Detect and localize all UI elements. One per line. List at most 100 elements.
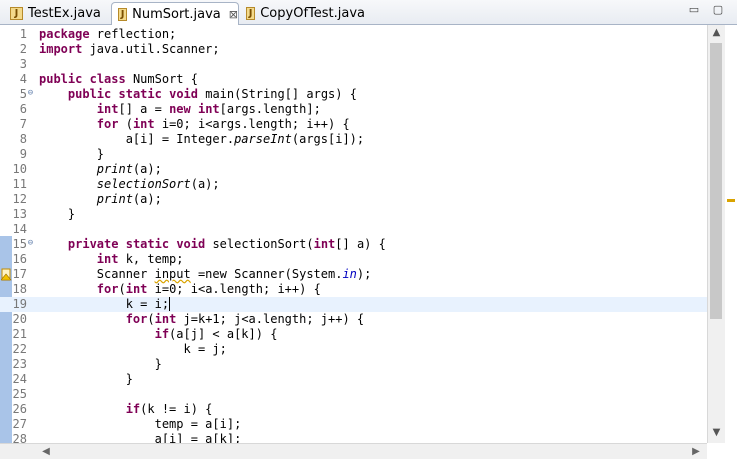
code-token: public [67,87,112,101]
code-token: [args.length]; [219,102,321,116]
close-tab-icon[interactable]: ⊠ [229,8,238,21]
code-line[interactable]: 21 if(a[j] < a[k]) { [0,327,707,342]
code-editor[interactable]: 1 package reflection; 2 import java.util.S… [0,25,707,443]
horizontal-scrollbar[interactable]: ◀ ▶ [0,443,707,459]
code-token: for(int j=k+1; j<a.length; j++) { [39,312,364,327]
scroll-thumb[interactable] [710,43,722,319]
fold-collapse-icon[interactable]: ⊖ [26,239,35,248]
code-line[interactable]: 25 [0,387,707,402]
scroll-left-icon[interactable]: ◀ [38,444,54,459]
code-line[interactable]: 1 package reflection; [0,27,707,42]
code-line[interactable]: 8 a[i] = Integer.parseInt(args[i]); [0,132,707,147]
code-token: =new Scanner(System. [190,267,343,281]
line-number: 24 [12,372,27,386]
code-line[interactable]: 26 if(k != i) { [0,402,707,417]
code-token: ( [147,312,155,326]
line-number: 12 [12,192,27,206]
java-file-icon: J [246,6,256,20]
code-line[interactable]: 7 for (int i=0; i<args.length; i++) { [0,117,707,132]
code-token: class [89,72,126,86]
code-line[interactable]: 11 selectionSort(a); [0,177,707,192]
tab-label: TestEx.java [28,5,101,21]
code-line[interactable]: 15 ⊖ private static void selectionSort(in… [0,237,707,252]
line-number: 8 [19,132,27,146]
line-number: 22 [12,342,27,356]
code-token: i=0; i<args.length; i++) { [154,117,350,131]
code-token: static [118,87,162,101]
code-line[interactable]: 17 Scanner input =new Scanner(System.in)… [0,267,707,282]
fold-collapse-icon[interactable]: ⊖ [26,89,35,98]
code-token: (a); [132,192,162,206]
code-token: if(a[j] < a[k]) { [39,327,278,342]
java-file-icon: J [118,7,128,21]
line-number: 18 [12,282,27,296]
vertical-scrollbar[interactable]: ▲ ▼ [707,25,725,443]
current-line[interactable]: 19 k = i; [0,297,707,312]
code-line[interactable]: 6 int[] a = new int[args.length]; [0,102,707,117]
code-line[interactable]: 24 } [0,372,707,387]
code-line[interactable]: 16 int k, temp; [0,252,707,267]
text-caret [169,297,171,311]
code-token: j=k+1; j<a.length; j++) { [176,312,365,326]
code-line[interactable]: 9 } [0,147,707,162]
code-token: temp = a[i]; [39,417,242,432]
line-number: 23 [12,357,27,371]
line-number: 20 [12,312,27,326]
code-line[interactable]: 12 print(a); [0,192,707,207]
code-line[interactable]: 27 temp = a[i]; [0,417,707,432]
java-file-icon: J [10,6,23,20]
code-line[interactable]: 3 [0,57,707,72]
code-line[interactable]: 4 public class NumSort { [0,72,707,87]
code-token: (k != i) { [140,402,213,416]
scroll-up-icon[interactable]: ▲ [708,25,725,41]
code-token: int k, temp; [39,252,184,267]
code-token: for (int i=0; i<args.length; i++) { [39,117,350,132]
code-token: print(a); [39,162,162,177]
code-line[interactable]: 14 [0,222,707,237]
line-number: 19 [12,297,27,311]
code-token: int [154,312,177,326]
code-token: static [125,237,170,251]
code-token: int [96,252,119,266]
code-token: int[] a = new int[args.length]; [39,102,321,117]
code-line[interactable]: 5 ⊖ public static void main(String[] args… [0,87,707,102]
overview-ruler[interactable] [725,25,737,443]
code-token: public static void main(String[] args) { [39,87,357,102]
code-line[interactable]: 18 for(int i=0; i<a.length; i++) { [0,282,707,297]
code-token: (args[i]); [291,132,365,146]
code-token: reflection; [89,27,177,41]
code-token: for(int i=0; i<a.length; i++) { [39,282,321,297]
code-token: } [67,207,76,221]
maximize-icon[interactable]: ▢ [711,4,725,16]
code-token: in [342,267,357,281]
line-number: 1 [19,27,27,41]
scroll-down-icon[interactable]: ▼ [708,425,725,441]
code-line[interactable]: 20 for(int j=k+1; j<a.length; j++) { [0,312,707,327]
line-number: 11 [12,177,27,191]
minimize-icon[interactable]: ▭ [687,4,701,16]
line-number: 3 [19,57,27,71]
scroll-right-icon[interactable]: ▶ [688,444,704,459]
code-token: i=0; i<a.length; i++) { [147,282,321,296]
tab-testex[interactable]: J TestEx.java [4,2,109,24]
code-line[interactable]: 22 k = j; [0,342,707,357]
code-token: } [39,357,162,372]
tab-numsort[interactable]: J NumSort.java ⊠ [111,2,239,25]
code-token: a[i] = Integer. [125,132,235,146]
line-number: 21 [12,327,27,341]
code-token: ( [118,282,126,296]
code-token: package [39,27,90,41]
code-line[interactable]: 28 a[i] = a[k]; [0,432,707,443]
warning-marker[interactable] [727,199,735,202]
code-token: [] a = [118,102,170,116]
code-token: NumSort { [125,72,198,86]
code-line[interactable]: 2 import java.util.Scanner; [0,42,707,57]
code-line[interactable]: 10 print(a); [0,162,707,177]
code-line[interactable]: 23 } [0,357,707,372]
code-line[interactable]: 13 } [0,207,707,222]
code-token: [] a) { [335,237,386,251]
code-token: main(String[] args) { [198,87,357,101]
code-token: public class NumSort { [39,72,198,87]
line-number: 14 [12,222,27,236]
tab-copyoftest[interactable]: J CopyOfTest.java [240,2,365,24]
